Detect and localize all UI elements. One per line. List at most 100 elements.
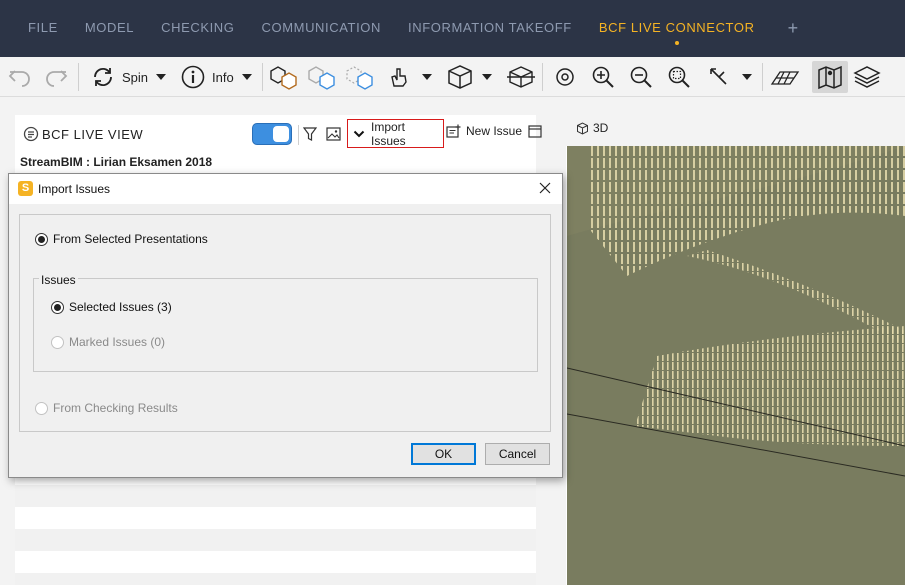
layers-icon [853, 66, 881, 88]
map-icon [818, 65, 842, 90]
info-button[interactable]: Info [180, 61, 252, 93]
chevron-down-icon [482, 74, 492, 80]
cubes-faded-icon [308, 66, 335, 90]
zoom-out-button[interactable] [628, 61, 654, 93]
toolbar: Spin Info [0, 57, 905, 97]
image-icon[interactable] [326, 127, 341, 141]
radio-button[interactable] [51, 300, 64, 314]
new-issue-icon [446, 124, 461, 138]
issues-group-label: Issues [39, 273, 78, 287]
dialog-title: Import Issues [38, 182, 111, 196]
list-item[interactable] [15, 573, 536, 585]
pan-button[interactable] [706, 61, 752, 93]
zoom-in-icon [592, 66, 614, 88]
menu-bcf-live-connector[interactable]: BCF LIVE CONNECTOR [599, 0, 755, 57]
radio-button[interactable] [35, 232, 48, 246]
new-issue-label: New Issue [466, 124, 523, 138]
list-item[interactable] [15, 507, 536, 529]
bcf-logo-icon [23, 126, 39, 142]
close-icon[interactable] [538, 181, 552, 195]
live-toggle[interactable] [252, 123, 292, 145]
ok-button[interactable]: OK [411, 443, 476, 465]
menu-model[interactable]: MODEL [85, 0, 134, 57]
radio-button [51, 335, 64, 349]
section-box-icon [507, 66, 535, 88]
bcf-panel-header: BCF LIVE VIEW Import Issues New Issue [15, 115, 542, 155]
filter-icon[interactable] [303, 127, 317, 142]
from-checking-results-label: From Checking Results [53, 401, 178, 415]
import-issues-button[interactable]: Import Issues [347, 119, 444, 148]
undo-button[interactable] [6, 61, 34, 93]
zoom-out-icon [630, 66, 652, 88]
select-mode-button[interactable] [386, 61, 432, 93]
import-issues-label: Import Issues [371, 119, 406, 148]
tab-3d-label: 3D [593, 121, 609, 135]
header-divider [298, 125, 299, 145]
marked-issues-radio: Marked Issues (0) [51, 335, 165, 349]
panel-layout-icon[interactable] [528, 125, 542, 138]
from-checking-results-radio: From Checking Results [35, 401, 178, 415]
tab-3d[interactable]: 3D [576, 121, 608, 135]
info-label: Info [212, 69, 234, 85]
menu-information-takeoff[interactable]: INFORMATION TAKEOFF [408, 0, 572, 57]
selected-issues-radio[interactable]: Selected Issues (3) [51, 300, 172, 314]
spin-icon [94, 67, 112, 87]
menu-file[interactable]: FILE [28, 0, 58, 57]
selected-issues-label: Selected Issues (3) [69, 300, 172, 314]
zoom-window-button[interactable] [666, 61, 692, 93]
zoom-extents-icon [556, 68, 574, 86]
toolbar-divider [78, 63, 79, 91]
menu-checking[interactable]: CHECKING [161, 0, 234, 57]
chevron-down-icon [353, 130, 365, 137]
app-logo-icon: S [18, 181, 33, 196]
map-button[interactable] [812, 61, 848, 93]
menu-bar: FILE MODEL CHECKING COMMUNICATION INFORM… [0, 0, 905, 57]
bcf-panel-title: BCF LIVE VIEW [42, 127, 144, 142]
grid-plane-icon [770, 71, 800, 85]
hand-pointer-icon [391, 68, 407, 87]
toolbar-divider [762, 63, 763, 91]
zoom-in-button[interactable] [590, 61, 616, 93]
spin-button[interactable]: Spin [90, 61, 167, 93]
3d-viewport[interactable] [567, 146, 905, 585]
view-cube-button[interactable] [446, 61, 492, 93]
model-objects-button[interactable] [268, 61, 300, 93]
cancel-button[interactable]: Cancel [485, 443, 550, 465]
cube-icon [577, 121, 588, 135]
cube-dashed-icon [346, 66, 373, 90]
hide-objects-button[interactable] [306, 61, 338, 93]
zoom-window-icon [668, 66, 690, 88]
info-icon [181, 65, 205, 89]
project-name: StreamBIM : Lirian Eksamen 2018 [20, 155, 213, 169]
menu-communication[interactable]: COMMUNICATION [262, 0, 382, 57]
radio-button [35, 401, 48, 415]
zoom-fit-button[interactable] [552, 61, 578, 93]
cubes-icon [270, 66, 297, 90]
spin-label: Spin [122, 69, 149, 85]
list-item[interactable] [15, 551, 536, 573]
redo-button[interactable] [42, 61, 70, 93]
dialog-titlebar: S Import Issues [9, 174, 562, 204]
from-selected-presentations-radio[interactable]: From Selected Presentations [35, 232, 208, 246]
cursor-move-icon [710, 68, 727, 85]
new-issue-button[interactable]: New Issue [446, 124, 522, 138]
layers-button[interactable] [852, 61, 882, 93]
toolbar-divider [542, 63, 543, 91]
chevron-down-icon [422, 74, 432, 80]
chevron-down-icon [742, 74, 752, 80]
3d-view-header: 3D [566, 97, 905, 146]
redo-icon [46, 70, 68, 87]
chevron-down-icon [241, 74, 252, 80]
add-tab-button[interactable]: + [788, 1, 799, 56]
isolate-button[interactable] [344, 61, 376, 93]
undo-icon [8, 70, 30, 87]
issues-group [33, 278, 538, 372]
cube-icon [448, 65, 472, 89]
from-selected-presentations-label: From Selected Presentations [53, 232, 208, 246]
toolbar-divider [262, 63, 263, 91]
marked-issues-label: Marked Issues (0) [69, 335, 166, 349]
grid-plane-button[interactable] [770, 61, 800, 93]
list-item[interactable] [15, 529, 536, 551]
section-box-button[interactable] [506, 61, 536, 93]
list-item[interactable] [15, 485, 536, 507]
